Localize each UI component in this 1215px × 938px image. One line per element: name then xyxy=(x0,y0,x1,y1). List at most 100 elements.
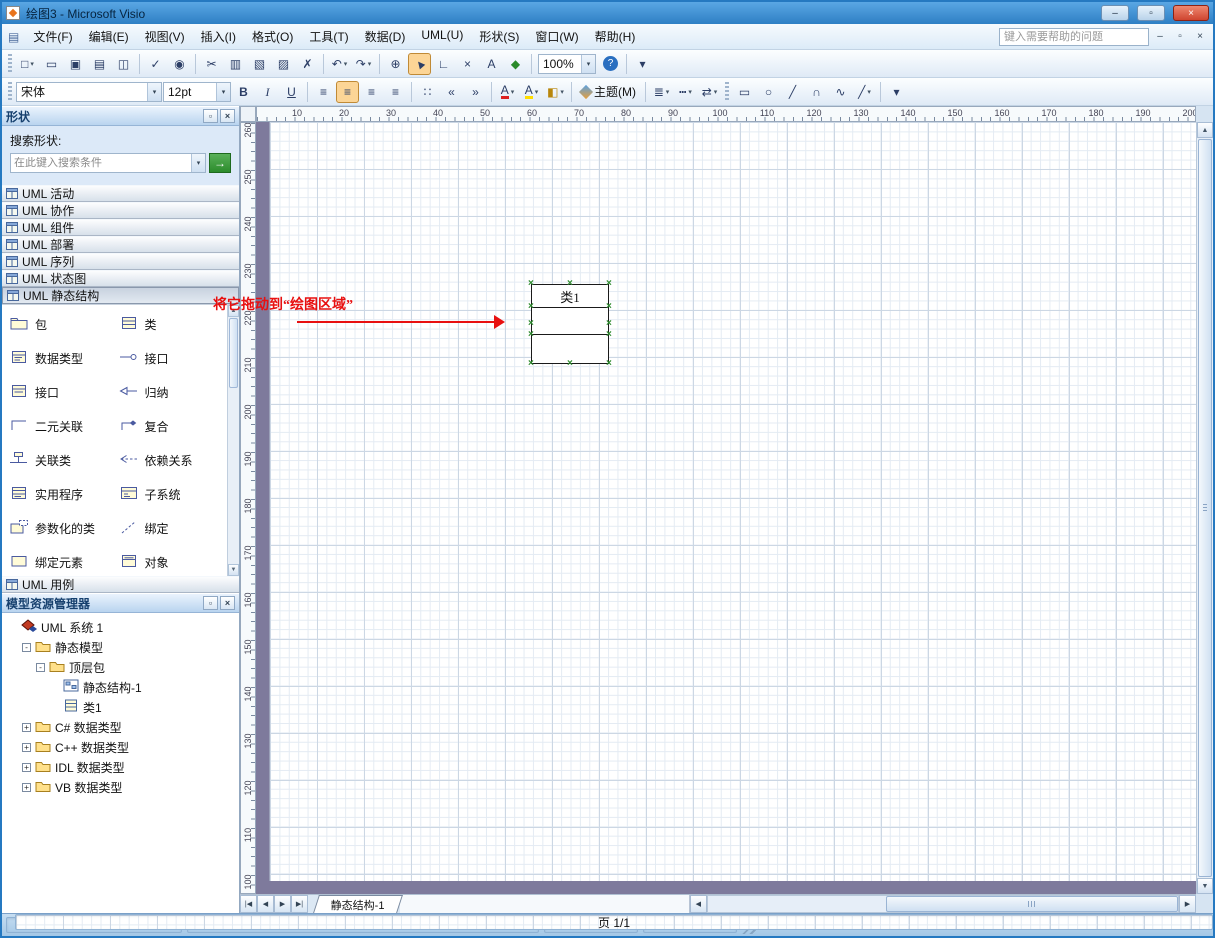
underline-button[interactable]: U xyxy=(280,81,303,103)
paste-button[interactable]: ▧ xyxy=(248,53,271,75)
page-tab[interactable]: 静态结构-1 xyxy=(313,895,403,913)
vertical-ruler[interactable]: 2602502402302202102001901801701601501401… xyxy=(240,122,256,894)
fill-color-button[interactable]: ◧ xyxy=(544,81,567,103)
print-preview-button[interactable]: ◫ xyxy=(112,53,135,75)
stencil-tab[interactable]: UML 协作 xyxy=(2,202,239,219)
selection-handle[interactable]: × xyxy=(528,359,534,369)
stencil-tab[interactable]: UML 静态结构 xyxy=(2,287,239,304)
doc-close-button[interactable]: × xyxy=(1191,29,1209,45)
shape-master[interactable]: 接口 xyxy=(8,375,118,409)
shape-master[interactable]: 复合 xyxy=(118,409,228,443)
stencil-tab[interactable]: UML 状态图 xyxy=(2,270,239,287)
bold-button[interactable]: B xyxy=(232,81,255,103)
shape-master[interactable]: 类 xyxy=(118,307,228,341)
align-right-button[interactable]: ≡ xyxy=(360,81,383,103)
line-pattern-button[interactable]: ┅ xyxy=(674,81,697,103)
theme-button[interactable]: 主题(M) xyxy=(576,81,641,103)
tree-item[interactable]: +C# 数据类型 xyxy=(2,717,239,737)
scroll-right-icon[interactable]: ▶ xyxy=(1179,895,1196,913)
tree-item[interactable]: -顶层包 xyxy=(2,657,239,677)
tree-toggle-minus-icon[interactable]: - xyxy=(22,643,31,652)
ellipse-tool-button[interactable]: ○ xyxy=(757,81,780,103)
chevron-down-icon[interactable]: ▾ xyxy=(581,55,595,73)
shape-master[interactable]: 参数化的类 xyxy=(8,511,118,545)
menu-item[interactable]: 数据(D) xyxy=(357,25,414,48)
save-button[interactable]: ▣ xyxy=(64,53,87,75)
tree-item[interactable]: UML 系统 1 xyxy=(2,617,239,637)
chevron-down-icon[interactable]: ▾ xyxy=(147,83,161,101)
cut-button[interactable]: ✂ xyxy=(200,53,223,75)
shape-master[interactable]: 归纳 xyxy=(118,375,228,409)
tree-item[interactable]: +IDL 数据类型 xyxy=(2,757,239,777)
shape-search-input[interactable] xyxy=(11,157,191,169)
chevron-down-icon[interactable]: ▾ xyxy=(216,83,230,101)
shape-master[interactable]: 二元关联 xyxy=(8,409,118,443)
italic-button[interactable]: I xyxy=(256,81,279,103)
tree-item[interactable]: -静态模型 xyxy=(2,637,239,657)
tree-toggle-plus-icon[interactable]: + xyxy=(22,743,31,752)
menu-item[interactable]: 帮助(H) xyxy=(587,25,644,48)
previous-page-button[interactable]: ◀ xyxy=(257,895,274,913)
panel-float-button[interactable]: ▫ xyxy=(203,596,218,610)
toolbar-options-button[interactable]: ▾ xyxy=(885,81,908,103)
selection-handle[interactable]: × xyxy=(606,319,612,329)
font-size-combo[interactable]: 12pt ▾ xyxy=(163,82,231,102)
align-justify-button[interactable]: ≡ xyxy=(384,81,407,103)
selection-handle[interactable]: × xyxy=(606,279,612,289)
stencil-tab[interactable]: UML 部署 xyxy=(2,236,239,253)
selection-handle[interactable]: × xyxy=(606,302,612,312)
shape-master[interactable]: 依赖关系 xyxy=(118,443,228,477)
toolbar-grip[interactable] xyxy=(725,82,729,102)
tree-toggle-plus-icon[interactable]: + xyxy=(22,783,31,792)
toolbar-grip[interactable] xyxy=(8,82,12,102)
freeform-tool-button[interactable]: ∿ xyxy=(829,81,852,103)
shape-master[interactable]: 对象 xyxy=(118,545,228,579)
next-page-button[interactable]: ▶ xyxy=(274,895,291,913)
zoom-combo[interactable]: 100%▾ xyxy=(538,54,596,74)
drawing-canvas[interactable]: 类1 ×××××××××××× xyxy=(256,122,1196,894)
class-attributes-compartment[interactable] xyxy=(532,308,608,335)
scrollbar-thumb[interactable] xyxy=(886,896,1178,912)
connector-tool-button[interactable]: ∟ xyxy=(432,53,455,75)
help-button[interactable]: ? xyxy=(599,53,622,75)
redo-button[interactable]: ↷ xyxy=(352,53,375,75)
doc-minimize-button[interactable]: – xyxy=(1151,29,1169,45)
shape-master[interactable]: 子系统 xyxy=(118,477,228,511)
scroll-left-icon[interactable]: ◀ xyxy=(690,895,707,913)
menu-item[interactable]: UML(U) xyxy=(413,25,471,48)
selection-handle[interactable]: × xyxy=(528,302,534,312)
arc-tool-button[interactable]: ∩ xyxy=(805,81,828,103)
tree-item[interactable]: +VB 数据类型 xyxy=(2,777,239,797)
horizontal-ruler[interactable]: 1020304050607080901001101201301401501601… xyxy=(256,106,1196,122)
research-button[interactable]: ◉ xyxy=(168,53,191,75)
scrollbar-thumb[interactable] xyxy=(1198,139,1212,877)
shape-master[interactable]: 关联类 xyxy=(8,443,118,477)
bullets-button[interactable]: ∷ xyxy=(416,81,439,103)
panel-close-button[interactable]: × xyxy=(220,596,235,610)
restore-button[interactable]: ▫ xyxy=(1137,5,1165,21)
doc-restore-button[interactable]: ▫ xyxy=(1171,29,1189,45)
chevron-down-icon[interactable]: ▾ xyxy=(191,154,205,172)
menu-item[interactable]: 编辑(E) xyxy=(81,25,137,48)
menu-item[interactable]: 插入(I) xyxy=(193,25,244,48)
highlight-button[interactable]: A xyxy=(520,81,543,103)
font-name-combo[interactable]: 宋体 ▾ xyxy=(16,82,162,102)
vertical-scrollbar[interactable]: ▲ ▼ xyxy=(1196,122,1213,894)
line-ends-button[interactable]: ⇄ xyxy=(698,81,721,103)
shape-master[interactable]: 包 xyxy=(8,307,118,341)
line-tool-button[interactable]: ╱ xyxy=(781,81,804,103)
align-center-button[interactable]: ≡ xyxy=(336,81,359,103)
panel-float-button[interactable]: ▫ xyxy=(203,109,218,123)
shape-master[interactable]: 数据类型 xyxy=(8,341,118,375)
scroll-down-icon[interactable]: ▼ xyxy=(1197,878,1213,894)
toolbar-options-button[interactable]: ▾ xyxy=(631,53,654,75)
horizontal-scrollbar[interactable] xyxy=(707,895,1179,913)
tree-toggle-plus-icon[interactable]: + xyxy=(22,763,31,772)
uml-class-shape[interactable]: 类1 ×××××××××××× xyxy=(531,284,609,364)
line-weight-button[interactable]: ≣ xyxy=(650,81,673,103)
drawing-page[interactable]: 类1 ×××××××××××× xyxy=(269,122,1196,881)
toolbar-grip[interactable] xyxy=(8,54,12,74)
format-painter-button[interactable]: ▨ xyxy=(272,53,295,75)
tree-item[interactable]: +C++ 数据类型 xyxy=(2,737,239,757)
shape-master[interactable]: 绑定 xyxy=(118,511,228,545)
